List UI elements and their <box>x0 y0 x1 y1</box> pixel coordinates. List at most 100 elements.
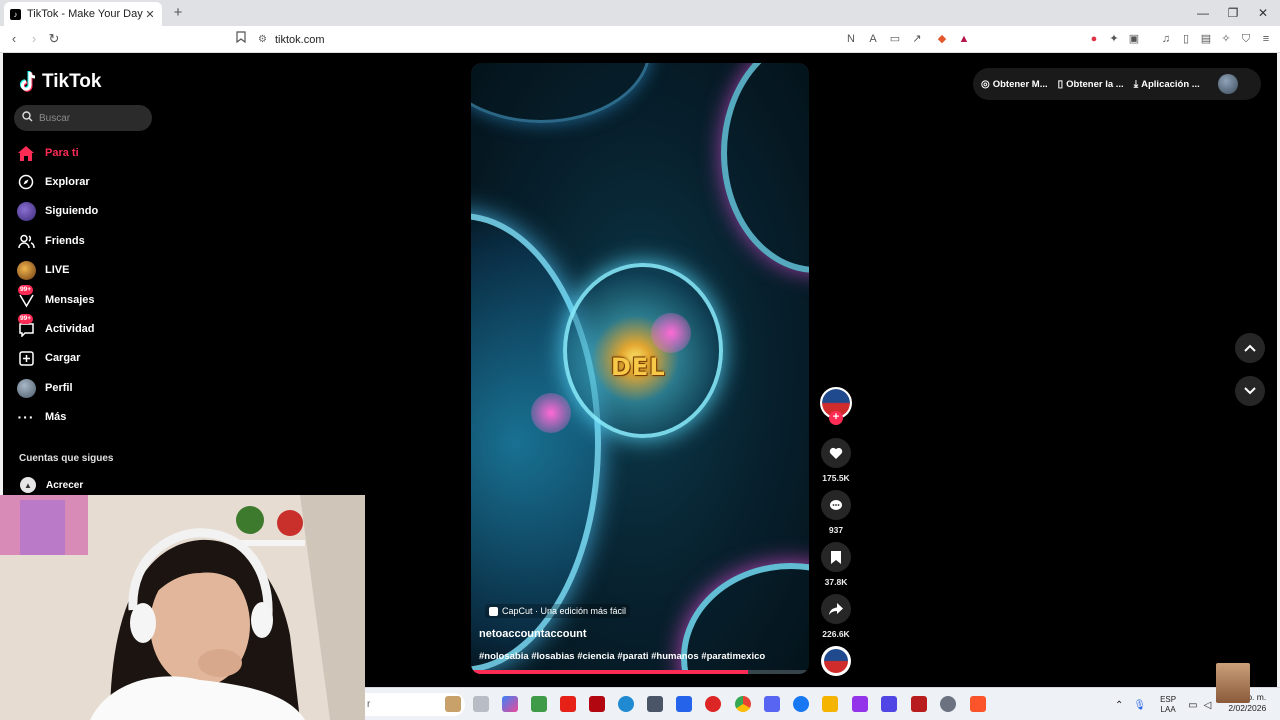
app-feather-icon[interactable] <box>647 696 663 712</box>
taskbar-search-art-icon <box>445 696 461 712</box>
edge-icon[interactable] <box>618 696 634 712</box>
previous-video-button[interactable] <box>1235 333 1265 363</box>
app-purple-icon[interactable] <box>852 696 868 712</box>
capcut-tag[interactable]: CapCut · Una edición más fácil <box>485 604 631 618</box>
new-tab-button[interactable]: + <box>170 4 186 21</box>
sidebar-item-actividad[interactable]: 99+ Actividad <box>16 314 156 341</box>
volume-icon[interactable]: ◁ <box>1204 700 1212 711</box>
like-action[interactable]: 175.5K <box>821 438 851 483</box>
glow-spot <box>651 313 691 353</box>
music-disc[interactable] <box>821 646 851 676</box>
tiktok-logo[interactable]: TikTok <box>18 71 101 93</box>
translate-icon[interactable]: A <box>866 32 880 46</box>
get-app-button[interactable]: ▯ Obtener la ... <box>1058 79 1124 90</box>
acrobat-icon[interactable] <box>911 696 927 712</box>
home-icon <box>16 143 36 163</box>
sidebar-item-explorar[interactable]: Explorar <box>16 170 156 194</box>
brave-shield-icon[interactable]: ◆ <box>935 32 949 46</box>
back-icon[interactable]: ‹ <box>6 31 22 47</box>
comment-action[interactable]: 937 <box>821 490 851 535</box>
get-coins-button[interactable]: ◎ Obtener M... <box>981 79 1048 90</box>
menu-icon[interactable]: ≡ <box>1259 32 1273 46</box>
search-input[interactable] <box>39 112 139 124</box>
extension-colorful-icon[interactable]: ● <box>1087 32 1101 46</box>
brave-rewards-icon[interactable]: ▲ <box>957 32 971 46</box>
search-box[interactable] <box>14 105 152 131</box>
vpn-icon[interactable]: ⛉ <box>1239 32 1253 46</box>
bookmark-icon[interactable] <box>821 542 851 572</box>
sidebar-item-live[interactable]: LIVE <box>16 258 156 282</box>
leo-ai-icon[interactable]: ✧ <box>1219 32 1233 46</box>
mail-icon[interactable] <box>676 696 692 712</box>
sidebar-item-siguiendo[interactable]: Siguiendo <box>16 199 156 223</box>
video-hashtags[interactable]: #nolosabia #losabias #ciencia #parati #h… <box>479 651 765 662</box>
desktop-app-button[interactable]: ⤓ Aplicación ... <box>1134 79 1200 90</box>
task-view-icon[interactable] <box>473 696 489 712</box>
video-progress-bar[interactable] <box>471 670 809 674</box>
reload-icon[interactable]: ↻ <box>46 31 62 47</box>
video-author[interactable]: netoaccountaccount <box>479 628 587 640</box>
friends-icon <box>16 231 36 251</box>
search-icon <box>22 109 33 127</box>
sidebar-item-friends[interactable]: Friends <box>16 229 156 253</box>
video-player[interactable]: DEL CapCut · Una edición más fácil netoa… <box>471 63 809 674</box>
user-avatar[interactable] <box>1217 74 1238 94</box>
wallet-icon[interactable]: ▣ <box>1127 32 1141 46</box>
sidebar-item-cargar[interactable]: Cargar <box>16 346 156 370</box>
following-account[interactable]: ▲ Acrecer <box>20 477 83 493</box>
streamer-face-overlay <box>1216 663 1250 703</box>
comment-icon[interactable] <box>821 490 851 520</box>
header-actions: ◎ Obtener M... ▯ Obtener la ... ⤓ Aplicació… <box>973 68 1261 100</box>
youtube-icon[interactable] <box>560 696 576 712</box>
sidebar-item-perfil[interactable]: Perfil <box>16 376 156 400</box>
language-indicator[interactable]: ESP LAA <box>1160 695 1176 715</box>
forward-icon[interactable]: › <box>26 31 42 47</box>
sidebar-item-label: Más <box>45 411 67 423</box>
wallet-card-icon[interactable]: ▤ <box>1199 32 1213 46</box>
messages-badge: 99+ <box>18 285 34 295</box>
share-action[interactable]: 226.6K <box>821 594 851 639</box>
chrome-icon[interactable] <box>735 696 751 712</box>
discord-icon[interactable] <box>764 696 780 712</box>
activity-icon: 99+ <box>16 314 36 339</box>
settings-app-icon[interactable] <box>940 696 956 712</box>
copilot-icon[interactable] <box>502 696 518 712</box>
sidebar-item-mensajes[interactable]: 99+ Mensajes <box>16 285 156 312</box>
next-video-button[interactable] <box>1235 376 1265 406</box>
cast-icon[interactable]: ▭ <box>888 32 902 46</box>
heart-icon[interactable] <box>821 438 851 468</box>
microphone-icon[interactable]: 🎙 <box>1133 700 1146 711</box>
minimize-icon[interactable]: — <box>1192 4 1214 22</box>
sidebar-item-para-ti[interactable]: Para ti <box>16 141 156 165</box>
follow-plus-button[interactable]: + <box>829 411 843 425</box>
get-coins-label: Obtener M... <box>992 78 1048 90</box>
brave-browser-icon[interactable] <box>970 696 986 712</box>
netflix-icon[interactable] <box>589 696 605 712</box>
tiktok-logo-icon <box>18 71 38 93</box>
save-action[interactable]: 37.8K <box>821 542 851 587</box>
bookmark-icon[interactable] <box>233 31 249 47</box>
sidebar-item-mas[interactable]: ··· Más <box>16 405 156 429</box>
file-explorer-icon[interactable] <box>822 696 838 712</box>
network-icon[interactable]: ▭ <box>1188 700 1197 711</box>
sidebar-toggle-icon[interactable]: ▯ <box>1179 32 1193 46</box>
chevron-up-icon <box>1244 344 1256 352</box>
browser-tab-tiktok[interactable]: ♪ TikTok - Make Your Day ✕ <box>4 2 162 26</box>
extensions-icon[interactable]: ✦ <box>1107 32 1121 46</box>
site-info-icon[interactable]: ⚙ <box>258 34 267 45</box>
close-tab-icon[interactable]: ✕ <box>144 8 156 21</box>
share-arrow-icon[interactable] <box>821 594 851 624</box>
media-icon[interactable]: ♫ <box>1159 32 1173 46</box>
opera-icon[interactable] <box>705 696 721 712</box>
tab-title: TikTok - Make Your Day <box>27 8 143 20</box>
facebook-icon[interactable] <box>793 696 809 712</box>
share-icon[interactable]: ↗ <box>910 32 924 46</box>
calculator-icon[interactable] <box>531 696 547 712</box>
teams-icon[interactable] <box>881 696 897 712</box>
sidebar-item-label: LIVE <box>45 264 70 276</box>
tray-overflow-icon[interactable]: ⌃ <box>1115 700 1123 711</box>
reader-mode-icon[interactable]: N <box>844 32 858 46</box>
restore-icon[interactable]: ❐ <box>1222 4 1244 22</box>
close-window-icon[interactable]: ✕ <box>1252 4 1274 22</box>
tiktok-favicon-icon: ♪ <box>10 8 21 20</box>
